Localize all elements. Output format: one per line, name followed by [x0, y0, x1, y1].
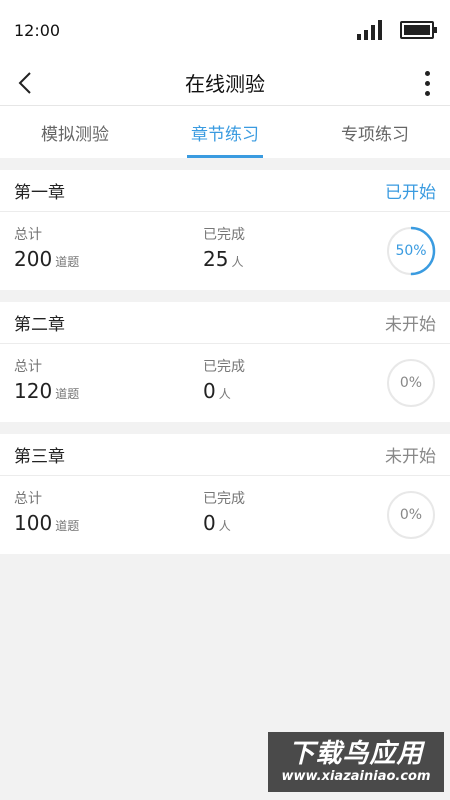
progress-ring: 0% [386, 490, 436, 540]
tab-mock-test[interactable]: 模拟测验 [0, 106, 150, 158]
chapter-header: 第一章 已开始 [0, 170, 450, 212]
status-icons [357, 20, 437, 40]
progress-ring: 0% [386, 358, 436, 408]
chapter-list: 第一章 已开始 总计 200 道题 已完成 25 人 50% 第二章 未开始 总… [0, 158, 450, 554]
chapter-card[interactable]: 第二章 未开始 总计 120 道题 已完成 0人 0% [0, 302, 450, 422]
done-unit: 人 [231, 255, 244, 269]
tab-topic-practice[interactable]: 专项练习 [300, 106, 450, 158]
done-count: 25 [203, 247, 229, 271]
done-stat: 已完成 0人 [203, 358, 245, 406]
total-count: 120 [14, 379, 53, 403]
chapter-title: 第二章 [14, 315, 65, 335]
more-button[interactable] [412, 68, 442, 98]
chapter-card[interactable]: 第三章 未开始 总计 100 道题 已完成 0人 0% [0, 434, 450, 554]
more-vertical-icon [424, 70, 430, 76]
total-count: 100 [14, 511, 53, 535]
total-count: 200 [14, 247, 53, 271]
chapter-body: 总计 120 道题 已完成 0人 0% [0, 344, 450, 422]
total-stat: 总计 100 道题 [14, 490, 79, 538]
total-unit: 道题 [55, 387, 80, 401]
chapter-body: 总计 100 道题 已完成 0人 0% [0, 476, 450, 554]
battery-icon [400, 21, 437, 39]
done-count: 0 [203, 379, 216, 403]
total-stat: 总计 200 道题 [14, 226, 79, 274]
done-unit: 人 [218, 519, 231, 533]
tab-bar: 模拟测验 章节练习 专项练习 [0, 106, 450, 158]
chevron-left-icon [18, 72, 31, 94]
total-stat: 总计 120 道题 [14, 358, 79, 406]
progress-ring: 50% [386, 226, 436, 276]
done-stat: 已完成 25 人 [203, 226, 245, 274]
watermark-url: www.xiazainiao.com [281, 769, 431, 784]
done-stat: 已完成 0人 [203, 490, 245, 538]
total-label: 总计 [14, 491, 42, 507]
total-unit: 道题 [55, 519, 80, 533]
progress-percent: 0% [399, 507, 423, 523]
signal-icon [357, 20, 382, 40]
done-unit: 人 [218, 387, 231, 401]
chapter-card[interactable]: 第一章 已开始 总计 200 道题 已完成 25 人 50% [0, 170, 450, 290]
total-label: 总计 [14, 227, 42, 243]
chapter-status: 未开始 [385, 315, 436, 335]
back-button[interactable] [10, 68, 40, 98]
progress-percent: 0% [399, 375, 423, 391]
done-label: 已完成 [203, 359, 245, 375]
chapter-title: 第一章 [14, 183, 65, 203]
done-label: 已完成 [203, 227, 245, 243]
total-unit: 道题 [55, 255, 80, 269]
chapter-body: 总计 200 道题 已完成 25 人 50% [0, 212, 450, 290]
watermark-logo: 下载鸟应用 www.xiazainiao.com [268, 732, 444, 792]
chapter-title: 第三章 [14, 447, 65, 467]
nav-bar: 在线测验 [0, 60, 450, 106]
chapter-header: 第二章 未开始 [0, 302, 450, 344]
tab-chapter-practice[interactable]: 章节练习 [150, 106, 300, 158]
chapter-status: 未开始 [385, 447, 436, 467]
chapter-status: 已开始 [385, 183, 436, 203]
status-time: 12:00 [14, 20, 61, 40]
status-bar: 12:00 [0, 0, 450, 60]
watermark-text: 下载鸟应用 [288, 739, 424, 769]
done-count: 0 [203, 511, 216, 535]
done-label: 已完成 [203, 491, 245, 507]
progress-percent: 50% [395, 243, 427, 259]
page-title: 在线测验 [185, 72, 265, 96]
total-label: 总计 [14, 359, 42, 375]
chapter-header: 第三章 未开始 [0, 434, 450, 476]
